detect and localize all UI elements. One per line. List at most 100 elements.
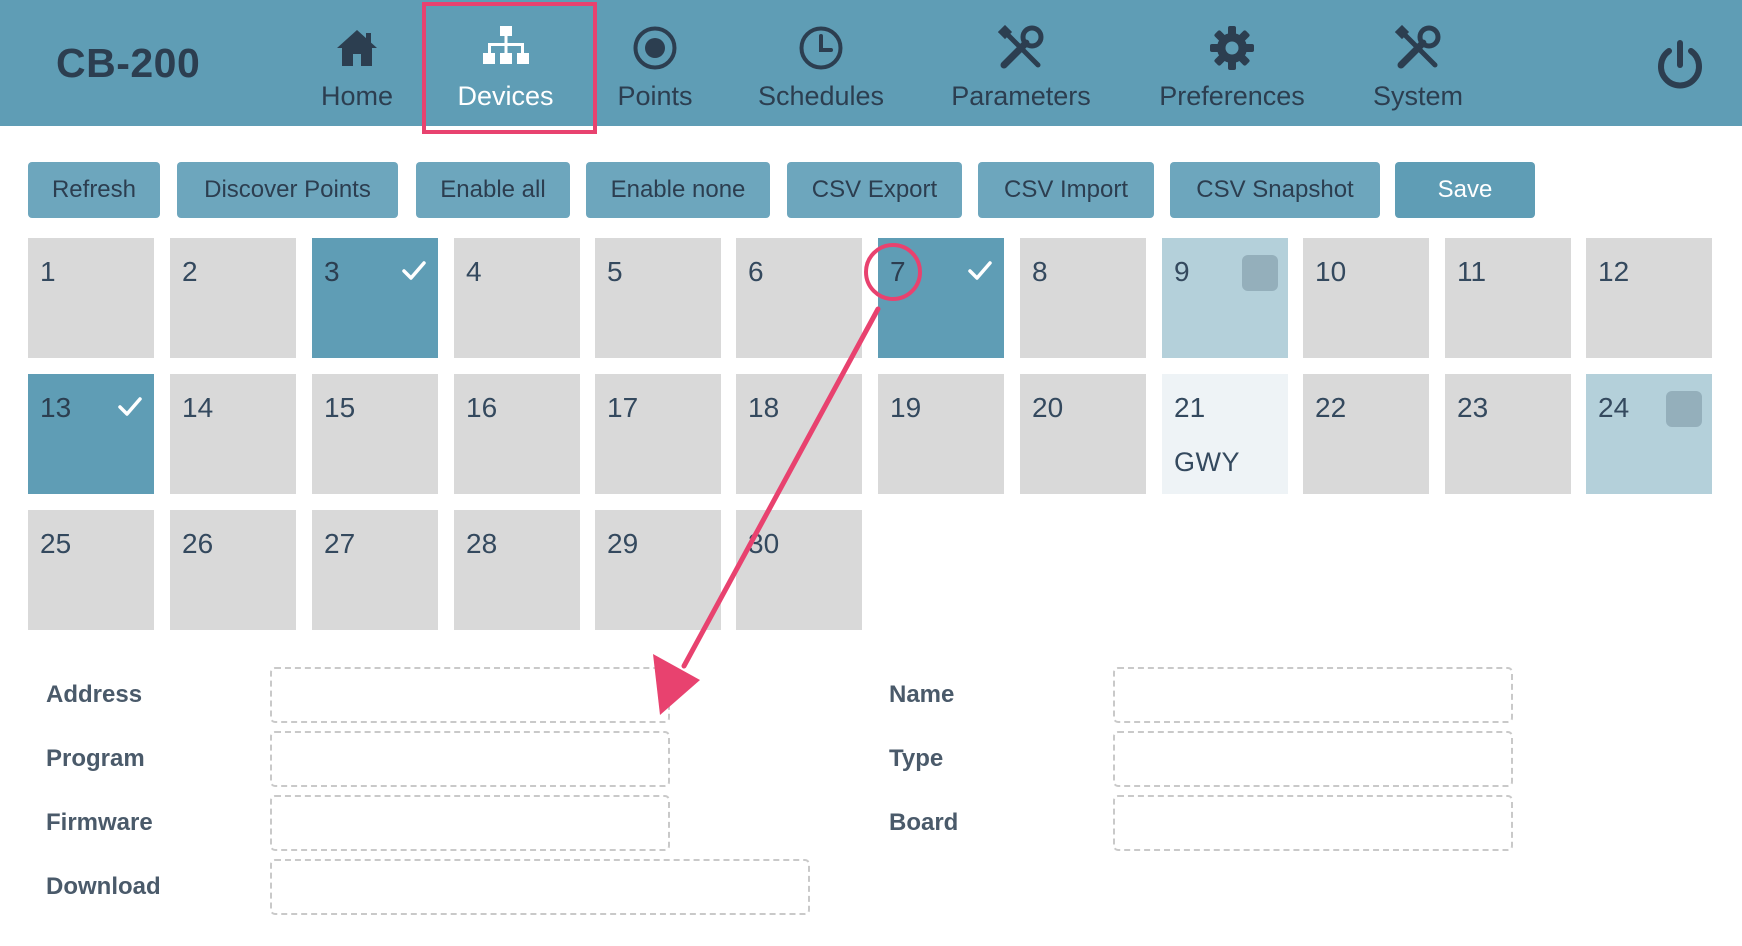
device-tile-23[interactable]: 23	[1445, 374, 1571, 494]
nav-schedules-label: Schedules	[757, 81, 885, 111]
home-icon	[335, 24, 379, 72]
device-tile-13[interactable]: 13	[28, 374, 154, 494]
csv-import-button[interactable]: CSV Import	[978, 162, 1154, 218]
program-field[interactable]	[270, 731, 670, 787]
top-nav-bar: CB-200 Home Devices Points Schedules Par…	[0, 0, 1742, 134]
gear-icon	[1209, 24, 1255, 72]
tools-icon	[1395, 24, 1441, 72]
device-number: 5	[607, 256, 623, 287]
device-tile-18[interactable]: 18	[736, 374, 862, 494]
device-number: 25	[40, 528, 72, 559]
csv-snapshot-button[interactable]: CSV Snapshot	[1170, 162, 1380, 218]
nav-system-label: System	[1372, 81, 1464, 111]
firmware-field[interactable]	[270, 795, 670, 851]
device-tile-3[interactable]: 3	[312, 238, 438, 358]
device-tile-2[interactable]: 2	[170, 238, 296, 358]
type-field[interactable]	[1113, 731, 1513, 787]
device-tile-28[interactable]: 28	[454, 510, 580, 630]
nav-system[interactable]: System	[1368, 0, 1468, 126]
device-tile-26[interactable]: 26	[170, 510, 296, 630]
device-number: 2	[182, 256, 198, 287]
device-number: 24	[1598, 392, 1630, 423]
device-number: 15	[324, 392, 356, 423]
device-number: 13	[40, 392, 72, 423]
device-tile-12[interactable]: 12	[1586, 238, 1712, 358]
nav-devices[interactable]: Devices	[422, 0, 597, 134]
device-tile-1[interactable]: 1	[28, 238, 154, 358]
checkmark-icon	[401, 258, 427, 284]
device-tile-27[interactable]: 27	[312, 510, 438, 630]
device-number: 8	[1032, 256, 1048, 287]
program-label: Program	[46, 745, 145, 772]
nav-preferences-label: Preferences	[1159, 81, 1305, 111]
device-tile-6[interactable]: 6	[736, 238, 862, 358]
csv-export-button[interactable]: CSV Export	[787, 162, 962, 218]
device-tile-19[interactable]: 19	[878, 374, 1004, 494]
nav-points[interactable]: Points	[612, 0, 698, 126]
device-tile-17[interactable]: 17	[595, 374, 721, 494]
clock-icon	[798, 24, 844, 72]
device-number: 23	[1457, 392, 1489, 423]
device-number: 6	[748, 256, 764, 287]
checkmark-icon	[117, 394, 143, 420]
board-label: Board	[889, 809, 959, 836]
device-tile-16[interactable]: 16	[454, 374, 580, 494]
device-tile-4[interactable]: 4	[454, 238, 580, 358]
address-field[interactable]	[270, 667, 670, 723]
nav-schedules[interactable]: Schedules	[751, 0, 891, 126]
download-field[interactable]	[270, 859, 810, 915]
device-tile-30[interactable]: 30	[736, 510, 862, 630]
sitemap-icon	[482, 24, 529, 72]
refresh-button[interactable]: Refresh	[28, 162, 160, 218]
power-icon[interactable]	[1656, 40, 1704, 90]
device-tile-24[interactable]: 24	[1586, 374, 1712, 494]
device-number: 21	[1174, 392, 1206, 423]
device-tile-15[interactable]: 15	[312, 374, 438, 494]
enable-none-button[interactable]: Enable none	[586, 162, 770, 218]
device-tile-10[interactable]: 10	[1303, 238, 1429, 358]
device-number: 18	[748, 392, 780, 423]
discover-points-button[interactable]: Discover Points	[177, 162, 398, 218]
nav-points-label: Points	[617, 81, 693, 111]
device-number: 30	[748, 528, 780, 559]
type-label: Type	[889, 745, 944, 772]
device-number: 29	[607, 528, 639, 559]
nav-devices-label: Devices	[457, 81, 554, 111]
nav-preferences[interactable]: Preferences	[1152, 0, 1312, 126]
device-tile-14[interactable]: 14	[170, 374, 296, 494]
device-number: 27	[324, 528, 356, 559]
device-tile-7[interactable]: 7	[878, 238, 1004, 358]
tools-icon	[998, 24, 1044, 72]
device-tile-29[interactable]: 29	[595, 510, 721, 630]
name-label: Name	[889, 681, 955, 708]
device-number: 16	[466, 392, 498, 423]
device-number: 14	[182, 392, 214, 423]
firmware-label: Firmware	[46, 809, 153, 836]
device-tile-11[interactable]: 11	[1445, 238, 1571, 358]
device-number: 28	[466, 528, 498, 559]
enable-checkbox[interactable]	[1666, 391, 1702, 427]
device-tile-9[interactable]: 9	[1162, 238, 1288, 358]
device-number: 7	[890, 256, 906, 287]
device-tile-20[interactable]: 20	[1020, 374, 1146, 494]
device-tile-8[interactable]: 8	[1020, 238, 1146, 358]
device-tile-22[interactable]: 22	[1303, 374, 1429, 494]
address-label: Address	[46, 681, 143, 708]
nav-parameters[interactable]: Parameters	[944, 0, 1098, 126]
device-number: 19	[890, 392, 922, 423]
device-number: 1	[40, 256, 56, 287]
download-label: Download	[46, 873, 161, 900]
device-number: 17	[607, 392, 639, 423]
board-field[interactable]	[1113, 795, 1513, 851]
nav-home[interactable]: Home	[317, 0, 397, 126]
device-tile-21[interactable]: 21 GWY	[1162, 374, 1288, 494]
device-number: 20	[1032, 392, 1064, 423]
save-button[interactable]: Save	[1395, 162, 1535, 218]
device-tile-25[interactable]: 25	[28, 510, 154, 630]
enable-all-button[interactable]: Enable all	[416, 162, 570, 218]
device-tile-5[interactable]: 5	[595, 238, 721, 358]
device-type-tag: GWY	[1174, 447, 1240, 477]
name-field[interactable]	[1113, 667, 1513, 723]
device-number: 4	[466, 256, 482, 287]
enable-checkbox[interactable]	[1242, 255, 1278, 291]
